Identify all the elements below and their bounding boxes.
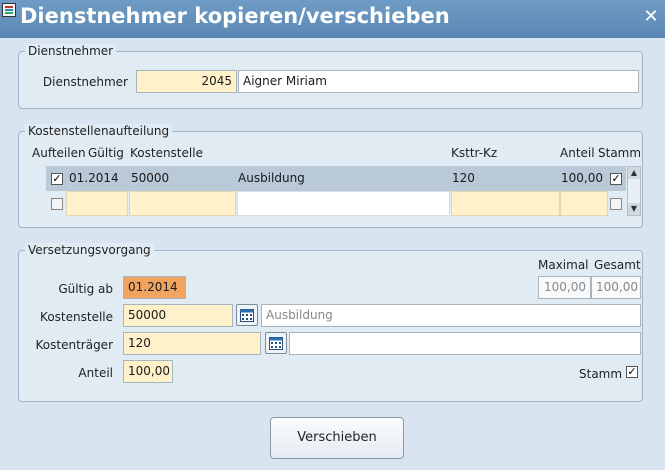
kostentraeger-lookup-button[interactable] — [265, 332, 287, 354]
row-bezeichnung: Ausbildung — [238, 171, 305, 185]
title-bar: Dienstnehmer kopieren/verschieben ✕ — [0, 0, 665, 38]
kostentraeger-bezeichnung-field — [289, 332, 641, 355]
maximal-field: 100,00 — [538, 276, 591, 299]
row-kostenstelle[interactable] — [129, 191, 236, 216]
gesamt-label: Gesamt — [594, 258, 641, 272]
row-gueltig[interactable] — [66, 191, 128, 216]
grid-scrollbar[interactable]: ▲ ▼ — [627, 166, 641, 216]
dienstnehmer-number-field[interactable]: 2045 — [136, 70, 237, 93]
kostenstellen-legend: Kostenstellenaufteilung — [25, 124, 173, 138]
app-icon — [2, 3, 16, 17]
row-aufteilen-checkbox[interactable] — [51, 198, 63, 210]
row-stamm-checkbox[interactable] — [610, 198, 622, 210]
col-header-stamm: Stamm — [598, 146, 642, 160]
maximal-label: Maximal — [538, 258, 589, 272]
anteil-field[interactable]: 100,00 — [123, 360, 173, 383]
row-anteil[interactable] — [560, 191, 608, 216]
calendar-icon — [240, 309, 254, 322]
kostentraeger-field[interactable]: 120 — [123, 332, 261, 355]
kostentraeger-label: Kostenträger — [35, 338, 113, 352]
row-ksttr: 120 — [452, 171, 475, 185]
window-title: Dienstnehmer kopieren/verschieben — [20, 4, 450, 28]
verschieben-button[interactable]: Verschieben — [270, 417, 404, 459]
kostenstelle-label: Kostenstelle — [40, 310, 113, 324]
scroll-down-icon[interactable]: ▼ — [628, 203, 640, 215]
calendar-icon — [269, 337, 283, 350]
table-row[interactable] — [46, 191, 626, 216]
gesamt-field: 100,00 — [591, 276, 641, 299]
row-bezeichnung[interactable] — [237, 191, 450, 216]
dienstnehmer-label: Dienstnehmer — [42, 75, 128, 89]
col-header-anteil: Anteil — [560, 146, 595, 160]
gueltig-ab-label: Gültig ab — [58, 282, 113, 296]
row-stamm-checkbox[interactable]: ✓ — [610, 173, 622, 185]
dienstnehmer-legend: Dienstnehmer — [25, 44, 117, 58]
dienstnehmer-name-field[interactable]: Aigner Miriam — [238, 70, 639, 93]
row-aufteilen-checkbox[interactable]: ✓ — [51, 173, 63, 185]
gueltig-ab-field[interactable]: 01.2014 — [123, 276, 186, 299]
col-header-kostenstelle: Kostenstelle — [130, 146, 203, 160]
table-row[interactable]: ✓ 01.2014 50000 Ausbildung 120 100,00 ✓ — [46, 166, 626, 191]
close-button[interactable]: ✕ — [641, 6, 661, 28]
row-kostenstelle: 50000 — [131, 171, 170, 185]
row-ksttr[interactable] — [451, 191, 560, 216]
versetzung-legend: Versetzungsvorgang — [25, 243, 154, 257]
scroll-up-icon[interactable]: ▲ — [628, 167, 640, 179]
kostenstelle-lookup-button[interactable] — [236, 304, 258, 326]
row-anteil: 100,00 — [561, 171, 603, 185]
col-header-gueltig: Gültig — [88, 146, 124, 160]
col-header-ksttr: Ksttr-Kz — [451, 146, 498, 160]
kostenstelle-field[interactable]: 50000 — [123, 304, 233, 327]
row-gueltig: 01.2014 — [69, 171, 119, 185]
kostenstelle-bezeichnung-field: Ausbildung — [261, 304, 641, 327]
anteil-label: Anteil — [78, 366, 113, 380]
stamm-label: Stamm — [579, 367, 623, 381]
stamm-checkbox[interactable]: ✓ — [626, 366, 638, 378]
col-header-aufteilen: Aufteilen — [32, 146, 86, 160]
